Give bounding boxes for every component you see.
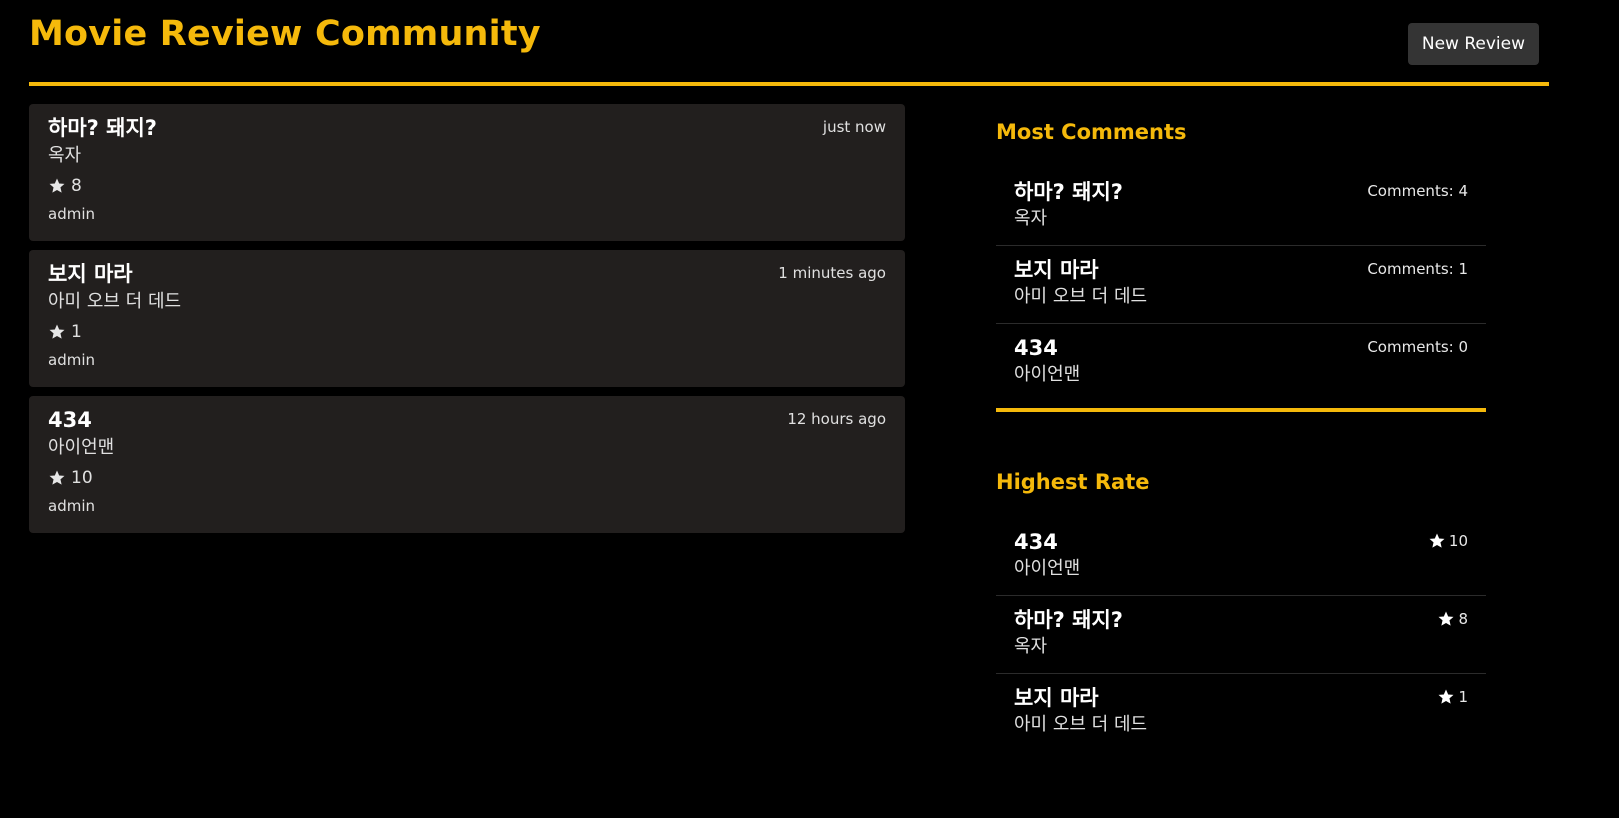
side-item-rating: 10	[1428, 532, 1468, 550]
review-rating-value: 8	[71, 176, 82, 196]
star-icon	[48, 323, 66, 341]
review-card[interactable]: 하마? 돼지? 옥자 8 admin just now	[29, 104, 905, 241]
review-rating-value: 1	[71, 322, 82, 342]
side-item-title[interactable]: 434	[1014, 528, 1468, 556]
review-time: 12 hours ago	[787, 410, 886, 428]
review-rating-value: 10	[71, 468, 93, 488]
side-item-title[interactable]: 보지 마라	[1014, 684, 1468, 712]
app-title: Movie Review Community	[29, 14, 541, 54]
header: Movie Review Community New Review	[29, 0, 1549, 85]
page: Movie Review Community New Review 하마? 돼지…	[0, 0, 1619, 818]
new-review-button[interactable]: New Review	[1407, 23, 1539, 65]
review-time: just now	[822, 118, 886, 136]
highest-rate-item[interactable]: 보지 마라 아미 오브 더 데드 1	[996, 674, 1486, 752]
review-movie-name: 아미 오브 더 데드	[48, 291, 182, 312]
star-icon	[1437, 688, 1455, 706]
side-item-rating-value: 10	[1448, 532, 1468, 550]
comment-count: Comments: 4	[1367, 182, 1468, 200]
highest-rate-item[interactable]: 하마? 돼지? 옥자 8	[996, 596, 1486, 674]
most-comments-item[interactable]: 보지 마라 아미 오브 더 데드 Comments: 1	[996, 246, 1486, 324]
side-item-movie: 옥자	[1014, 636, 1048, 657]
highest-rate-item[interactable]: 434 아이언맨 10	[996, 518, 1486, 596]
review-rating: 1	[48, 321, 886, 343]
side-item-rating: 1	[1437, 688, 1468, 706]
most-comments-item[interactable]: 434 아이언맨 Comments: 0	[996, 324, 1486, 402]
side-item-rating: 8	[1437, 610, 1468, 628]
review-author: admin	[48, 497, 95, 515]
star-icon	[48, 177, 66, 195]
header-divider	[29, 82, 1549, 86]
review-movie-name: 아이언맨	[48, 437, 115, 458]
most-comments-heading: Most Comments	[996, 120, 1187, 144]
most-comments-item[interactable]: 하마? 돼지? 옥자 Comments: 4	[996, 168, 1486, 246]
section-divider	[996, 408, 1486, 412]
star-icon	[1437, 610, 1455, 628]
review-time: 1 minutes ago	[778, 264, 886, 282]
comment-count: Comments: 1	[1367, 260, 1468, 278]
review-rating: 8	[48, 175, 886, 197]
review-title[interactable]: 보지 마라	[48, 260, 886, 288]
review-title[interactable]: 하마? 돼지?	[48, 114, 886, 142]
side-item-movie: 아미 오브 더 데드	[1014, 286, 1148, 307]
highest-rate-heading: Highest Rate	[996, 470, 1150, 494]
most-comments-list: 하마? 돼지? 옥자 Comments: 4 보지 마라 아미 오브 더 데드 …	[996, 168, 1486, 402]
star-icon	[48, 469, 66, 487]
comment-count: Comments: 0	[1367, 338, 1468, 356]
side-item-movie: 아이언맨	[1014, 364, 1081, 385]
review-author: admin	[48, 351, 95, 369]
review-title[interactable]: 434	[48, 406, 886, 434]
review-rating: 10	[48, 467, 886, 489]
review-card[interactable]: 보지 마라 아미 오브 더 데드 1 admin 1 minutes ago	[29, 250, 905, 387]
star-icon	[1428, 532, 1446, 550]
side-item-rating-value: 1	[1458, 688, 1468, 706]
highest-rate-list: 434 아이언맨 10 하마? 돼지? 옥자 8 보지 마라 아미 오브 더 데…	[996, 518, 1486, 752]
side-item-title[interactable]: 하마? 돼지?	[1014, 606, 1468, 634]
review-movie-name: 옥자	[48, 145, 82, 166]
side-item-movie: 아이언맨	[1014, 558, 1081, 579]
review-list: 하마? 돼지? 옥자 8 admin just now 보지 마라 아미 오브 …	[29, 104, 905, 542]
side-item-movie: 아미 오브 더 데드	[1014, 714, 1148, 735]
review-author: admin	[48, 205, 95, 223]
side-item-movie: 옥자	[1014, 208, 1048, 229]
review-card[interactable]: 434 아이언맨 10 admin 12 hours ago	[29, 396, 905, 533]
sidebar: Most Comments 하마? 돼지? 옥자 Comments: 4 보지 …	[996, 118, 1486, 752]
side-item-rating-value: 8	[1458, 610, 1468, 628]
